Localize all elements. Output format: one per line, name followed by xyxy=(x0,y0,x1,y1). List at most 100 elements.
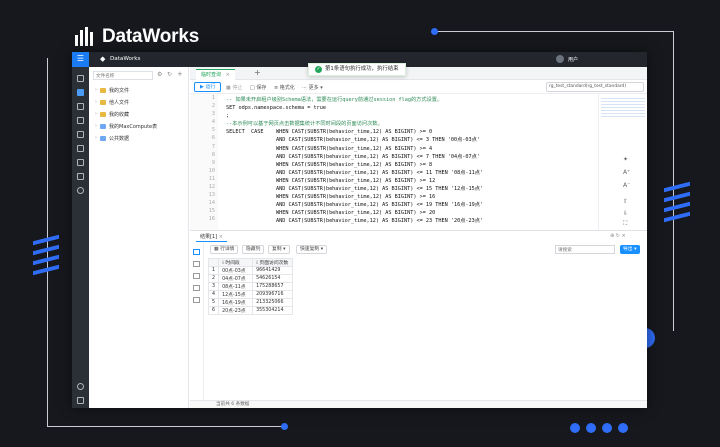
filter-icon[interactable]: ⚙ xyxy=(157,71,162,78)
minimap[interactable] xyxy=(601,96,645,118)
copy-button[interactable]: 复制 ▾ xyxy=(268,245,290,254)
tree-item[interactable]: › 我的收藏 xyxy=(95,110,129,118)
analysis-icon[interactable] xyxy=(193,285,200,291)
tab-temp-query[interactable]: 临时查询 × xyxy=(196,69,235,80)
table-row[interactable]: 5 16点-19点 213325066 xyxy=(207,298,294,307)
history-icon[interactable] xyxy=(77,187,84,194)
column-header[interactable]: ℹ 时间段 xyxy=(218,258,254,267)
chart-icon[interactable] xyxy=(77,159,84,166)
tree-item[interactable]: › 我的MaxCompute表 xyxy=(95,122,157,130)
project-label: rg_test_standard(rg_test_standard) xyxy=(549,84,627,89)
table-row[interactable]: 6 20点-23点 355304214 xyxy=(207,306,294,315)
user-avatar[interactable] xyxy=(556,55,564,63)
folder-icon xyxy=(100,87,106,93)
file-search-input[interactable] xyxy=(93,71,153,80)
tree-item-label: 我的收藏 xyxy=(109,111,130,118)
user-name[interactable]: 用户 xyxy=(568,56,578,63)
quick-copy-label: 快速复制 xyxy=(300,247,320,252)
close-icon[interactable]: × xyxy=(226,72,230,78)
period-cell: 20点-23点 xyxy=(218,306,254,315)
home-icon[interactable] xyxy=(77,117,84,124)
decor-line xyxy=(47,58,48,426)
ops-icon[interactable] xyxy=(77,89,84,96)
table-row[interactable]: 1 00点-03点 96641429 xyxy=(207,266,294,275)
toast-message: 第1条语句执行成功，执行结束 xyxy=(325,66,399,72)
panel-controls-icon[interactable]: ⊕ ↻ × xyxy=(610,233,626,239)
row-detail-label: 行详情 xyxy=(220,247,235,252)
zoom-out-icon[interactable]: A⁻ xyxy=(623,182,630,189)
line-number: 9 xyxy=(211,159,215,166)
scroll-bottom-icon[interactable]: ⇩ xyxy=(623,210,628,217)
table-row[interactable]: 4 12点-15点 209396716 xyxy=(207,290,294,299)
add-icon[interactable]: + xyxy=(177,70,183,78)
code-line: WHEN CAST(SUBSTR(behavior_time,12) AS BI… xyxy=(226,145,433,152)
decor-dot xyxy=(602,423,612,433)
save-button[interactable]: □ 保存 xyxy=(250,84,266,91)
table-icon[interactable] xyxy=(77,131,84,138)
app-window: ☰ ◆ DataWorks 用户 ⚙ ↻ + › 我的文件 › 他人文件 › 我的收藏… xyxy=(72,52,647,408)
run-button[interactable]: ▶ 运行 xyxy=(194,82,222,92)
expand-arrow-icon: › xyxy=(95,111,97,117)
line-number: 6 xyxy=(211,135,215,142)
stop-button[interactable]: ■ 停止 xyxy=(226,84,242,91)
decor-stripe xyxy=(33,244,59,256)
run-label: 运行 xyxy=(205,84,216,90)
code-line: --本示例可以基于网页点击数据集统计不同时间段的页面访问次数。 xyxy=(226,121,383,128)
quick-copy-button[interactable]: 快速复制 ▾ xyxy=(296,245,328,254)
success-toast: ✓ 第1条语句执行成功，执行结束 xyxy=(308,63,406,76)
close-icon[interactable]: × xyxy=(219,234,223,240)
menu-button[interactable]: ☰ xyxy=(72,52,89,67)
add-tab-button[interactable]: + xyxy=(254,68,261,77)
collapse-icon[interactable] xyxy=(77,397,84,404)
table-view-icon[interactable] xyxy=(193,249,200,255)
line-number: 13 xyxy=(208,192,215,199)
format-button[interactable]: ≡ 格式化 xyxy=(274,84,295,91)
code-line: -- 如果未开启租户级别Schema语法，需要在运行query前通过sessio… xyxy=(226,97,443,103)
folder-icon[interactable] xyxy=(77,145,84,152)
minimap-panel: ✦ A⁺ A⁻ ⇧ ⇩ ⛶ xyxy=(598,94,647,230)
decor-stripe xyxy=(664,191,690,203)
period-cell: 12点-15点 xyxy=(218,290,254,299)
table-row[interactable]: 2 04点-07点 54626154 xyxy=(207,274,294,283)
code-line: WHEN CAST(SUBSTR(behavior_time,12) AS BI… xyxy=(226,161,433,168)
export-button[interactable]: 导出 ▾ xyxy=(620,245,640,254)
chart-view-icon[interactable] xyxy=(193,261,200,267)
column-type-icon: ℹ xyxy=(256,261,258,266)
status-bar: 当前共 6 条数据 xyxy=(190,400,647,408)
bar-chart-icon[interactable] xyxy=(193,273,200,279)
decor-node xyxy=(431,28,438,35)
result-search-input[interactable] xyxy=(555,245,615,254)
settings-icon[interactable] xyxy=(77,383,84,390)
tree-item[interactable]: › 我的文件 xyxy=(95,86,129,94)
download-icon[interactable] xyxy=(193,297,200,303)
component-icon[interactable] xyxy=(77,173,84,180)
refresh-icon[interactable]: ↻ xyxy=(167,71,172,78)
more-button[interactable]: ⋯ 更多 ▾ xyxy=(302,84,323,91)
table-folder-icon xyxy=(100,123,106,129)
line-number: 11 xyxy=(208,175,215,182)
table-row[interactable]: 3 08点-11点 175288657 xyxy=(207,282,294,291)
ai-assist-icon[interactable]: ✦ xyxy=(623,156,628,163)
decor-node xyxy=(281,423,288,430)
hide-column-button[interactable]: 隐藏列 xyxy=(242,245,265,254)
brand-name: DataWorks xyxy=(102,26,200,47)
data-map-icon[interactable] xyxy=(77,103,84,110)
line-number: 14 xyxy=(208,200,215,207)
count-cell: 355304214 xyxy=(252,306,294,315)
scroll-top-icon[interactable]: ⇧ xyxy=(623,198,628,205)
row-index-cell: 1 xyxy=(207,266,220,275)
product-name: DataWorks xyxy=(110,56,141,62)
tree-item[interactable]: › 他人文件 xyxy=(95,98,129,106)
row-index-cell: 2 xyxy=(207,274,220,283)
zoom-in-icon[interactable]: A⁺ xyxy=(623,169,630,176)
data-dev-icon[interactable] xyxy=(77,75,84,82)
decor-line xyxy=(673,31,674,331)
period-cell: 08点-11点 xyxy=(218,282,254,291)
project-select[interactable]: rg_test_standard(rg_test_standard) xyxy=(546,82,644,92)
tree-item[interactable]: › 公共数据 xyxy=(95,134,129,142)
column-header[interactable]: ℹ 页面访问次数 xyxy=(252,258,294,267)
result-tab[interactable]: 结果[1] × xyxy=(196,233,227,242)
code-editor[interactable]: 12345678910111213141516 ▶ 运行 -- 如果未开启租户级… xyxy=(190,94,598,241)
fullscreen-icon[interactable]: ⛶ xyxy=(623,220,627,228)
row-detail-button[interactable]: ▦ 行详情 xyxy=(210,245,239,254)
